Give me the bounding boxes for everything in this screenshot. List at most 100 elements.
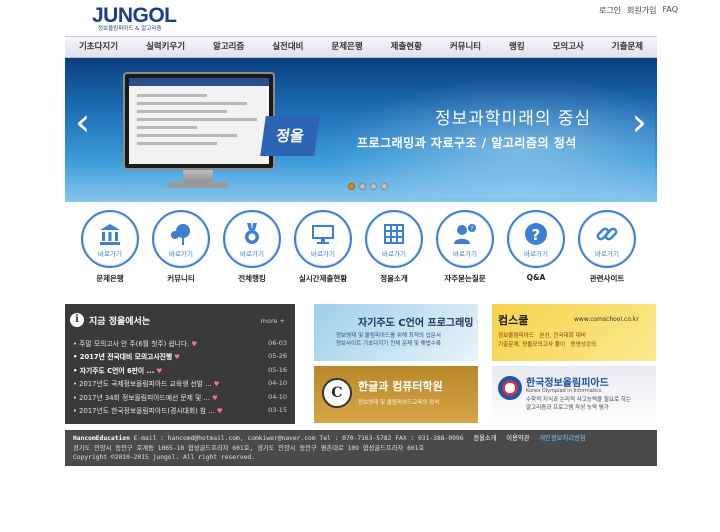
- footer-contact-text: E-mail : hancomd@hotmail.com, comkiwer@n…: [133, 435, 464, 442]
- quick-caption: 바로가기: [595, 250, 619, 258]
- footer-brand: HancomEducation: [73, 435, 130, 442]
- ad-tag: 정보올림피아드: [498, 333, 535, 339]
- quick-caption: 바로가기: [98, 250, 122, 258]
- list-item[interactable]: • 주말 모의고사 안 주(6월 첫주) 쉽니다. ♥ 06-03: [73, 336, 287, 350]
- monitor-illustration: [123, 72, 275, 170]
- footer: HancomEducation E-mail : hancomd@hotmail…: [65, 430, 657, 466]
- login-link[interactable]: 로그인: [599, 5, 621, 16]
- nav-practice[interactable]: 실전대비: [258, 37, 317, 57]
- nav-submissions[interactable]: 제출현황: [377, 37, 436, 57]
- svg-text:?: ?: [470, 226, 473, 233]
- notice-title: 지금 정올에서는: [89, 316, 151, 327]
- nav-community[interactable]: 커뮤니티: [436, 37, 495, 57]
- quick-caption: 바로가기: [240, 250, 264, 258]
- bank-icon: [100, 224, 120, 245]
- signup-link[interactable]: 회원가입: [627, 5, 656, 16]
- quick-circle: 바로가기: [152, 210, 210, 268]
- notice-date: 05-16: [268, 365, 287, 374]
- quick-related-sites[interactable]: 바로가기 관련사이트: [572, 210, 642, 284]
- nav-ranking[interactable]: 랭킹: [495, 37, 539, 57]
- quick-label: 문제은행: [96, 274, 124, 283]
- footer-terms-link[interactable]: 이용약관: [506, 435, 529, 442]
- notice-list: • 주말 모의고사 안 주(6월 첫주) 쉽니다. ♥ 06-03 • 2017년…: [73, 336, 287, 417]
- notice-text: • 자기주도 C언어 6판이 ...: [73, 366, 155, 375]
- medal-icon: [245, 223, 259, 244]
- quick-label: 실시간제출현황: [298, 274, 348, 283]
- notice-text: • 2017년 34회 정보올림피아드예선 문제 및 ...: [73, 393, 210, 402]
- quick-caption: 바로가기: [382, 250, 406, 258]
- list-item[interactable]: • 자기주도 C언어 6판이 ... ♥ 05-16: [73, 363, 287, 377]
- quick-ranking[interactable]: 바로가기 전체랭킹: [217, 210, 287, 284]
- grid-icon: [384, 224, 404, 244]
- quick-links: 바로가기 문제은행 바로가기 커뮤니티 바로가기 전체랭킹 바로가기 실시간제출…: [65, 210, 657, 294]
- ad-title: 한국정보올림피아드: [526, 378, 609, 389]
- quick-circle: 바로가기: [81, 210, 139, 268]
- nav-mock-exam[interactable]: 모의고사: [539, 37, 598, 57]
- ad-c-language-book[interactable]: 자기주도 C언어 프로그래밍 정보영재 및 올림피아드를 위해 최적의 입문서 …: [314, 304, 478, 361]
- ad-subtitle: 정보영재 및 올림피아드를 위해 최적의 입문서 정보사이트 기초다지기 전체 …: [336, 332, 441, 348]
- quick-problem-bank[interactable]: 바로가기 문제은행: [75, 210, 145, 284]
- ad-title: 컴스쿨: [498, 314, 529, 327]
- main-nav: 기초다지기 실력키우기 알고리즘 실전대비 문제은행 제출현황 커뮤니티 랭킹 …: [65, 36, 657, 58]
- notice-text: • 주말 모의고사 안 주(6월 첫주) 쉽니다.: [73, 339, 190, 348]
- heart-icon: ♥: [174, 353, 180, 362]
- footer-address: 경기도 안양시 동안구 호계동 1065-10 협성골드프라자 601호, 경기…: [73, 444, 425, 452]
- banner-prev-icon[interactable]: ‹: [75, 102, 90, 142]
- list-item[interactable]: • 2017년도 한국정보올림피아드(경시대회) 참 ... ♥ 03-15: [73, 404, 287, 418]
- nav-problem-bank[interactable]: 문제은행: [317, 37, 376, 57]
- quick-caption: 바로가기: [524, 250, 548, 258]
- notice-more-link[interactable]: more +: [261, 317, 285, 325]
- quick-about[interactable]: 바로가기 정올소개: [359, 210, 429, 284]
- koi-emblem-icon: [498, 376, 522, 400]
- quick-label: 전체랭킹: [238, 274, 266, 283]
- footer-about-link[interactable]: 정올소개: [473, 435, 496, 442]
- ad-hancom-academy[interactable]: C 한글과 컴퓨터학원 정보영재 및 올림피아드교육의 정석: [314, 366, 478, 423]
- ad-title: 한글과 컴퓨터학원: [358, 380, 443, 393]
- ad-url: www.comschool.co.kr: [574, 316, 639, 323]
- banner-badge: 정올: [260, 116, 320, 156]
- footer-privacy-link[interactable]: 개인정보처리방침: [539, 435, 585, 442]
- quick-faq[interactable]: ? 바로가기 자주묻는질문: [430, 210, 500, 284]
- quick-circle: 바로가기: [223, 210, 281, 268]
- quick-circle: 바로가기: [365, 210, 423, 268]
- community-icon: [171, 224, 190, 245]
- quick-label: 자주묻는질문: [444, 274, 486, 283]
- nav-past-problems[interactable]: 기출문제: [598, 37, 657, 57]
- quick-caption: 바로가기: [311, 250, 335, 258]
- banner-dot-3[interactable]: [370, 183, 377, 190]
- banner-dot-4[interactable]: [381, 183, 388, 190]
- quick-qna[interactable]: ? 바로가기 Q&A: [501, 210, 571, 282]
- monitor-screen: [129, 78, 269, 164]
- quick-community[interactable]: 바로가기 커뮤니티: [146, 210, 216, 284]
- list-item[interactable]: • 2017년 34회 정보올림피아드예선 문제 및 ... ♥ 04-10: [73, 390, 287, 404]
- faq-link[interactable]: FAQ: [663, 5, 679, 16]
- notice-text: • 2017년 전국대비 모의고사진행: [73, 353, 173, 362]
- ad-subtitle-line: 정보영재 및 올림피아드를 위해 최적의 입문서: [336, 333, 441, 339]
- heart-icon: ♥: [156, 366, 163, 375]
- svg-text:?: ?: [532, 226, 541, 244]
- banner-pager: [348, 183, 388, 190]
- monitor-icon: [312, 225, 334, 244]
- info-icon: i: [70, 313, 84, 327]
- ad-english-title: Korea Olympiad in Informatics: [526, 388, 602, 394]
- heart-icon: ♥: [216, 407, 223, 416]
- list-item[interactable]: • 2017년 전국대비 모의고사진행 ♥ 05-26: [73, 350, 287, 364]
- nav-algorithm[interactable]: 알고리즘: [199, 37, 258, 57]
- banner-dot-2[interactable]: [359, 183, 366, 190]
- logo-subtitle: 정보올림피아드 & 알고리즘: [98, 26, 162, 32]
- nav-basics[interactable]: 기초다지기: [65, 37, 132, 57]
- notice-date: 06-03: [268, 338, 287, 347]
- quick-live-submissions[interactable]: 바로가기 실시간제출현황: [288, 210, 358, 284]
- site-logo[interactable]: JUNGOL 정보올림피아드 & 알고리즘: [92, 4, 182, 32]
- logo-text: JUNGOL: [92, 4, 177, 27]
- quick-label: 정올소개: [380, 274, 408, 283]
- link-icon: [596, 227, 618, 241]
- list-item[interactable]: • 2017년도 국제정보올림피아드 교육생 선발 ... ♥ 04-10: [73, 377, 287, 391]
- ad-tags: 정보올림피아드 본선, 전국대회 대비 기출문제, 정올모의고사 풀이 동영상강…: [498, 332, 596, 350]
- ad-comschool[interactable]: 컴스쿨 www.comschool.co.kr 정보올림피아드 본선, 전국대회…: [492, 304, 656, 361]
- hero-banner[interactable]: 정올 정보과학미래의 중심 프로그래밍과 자료구조 / 알고리즘의 정석 ‹ ›: [65, 58, 657, 202]
- ad-koi[interactable]: 한국정보올림피아드 Korea Olympiad in Informatics …: [492, 366, 656, 423]
- banner-next-icon[interactable]: ›: [632, 102, 647, 142]
- nav-skill-up[interactable]: 실력키우기: [132, 37, 199, 57]
- banner-dot-1[interactable]: [348, 183, 355, 190]
